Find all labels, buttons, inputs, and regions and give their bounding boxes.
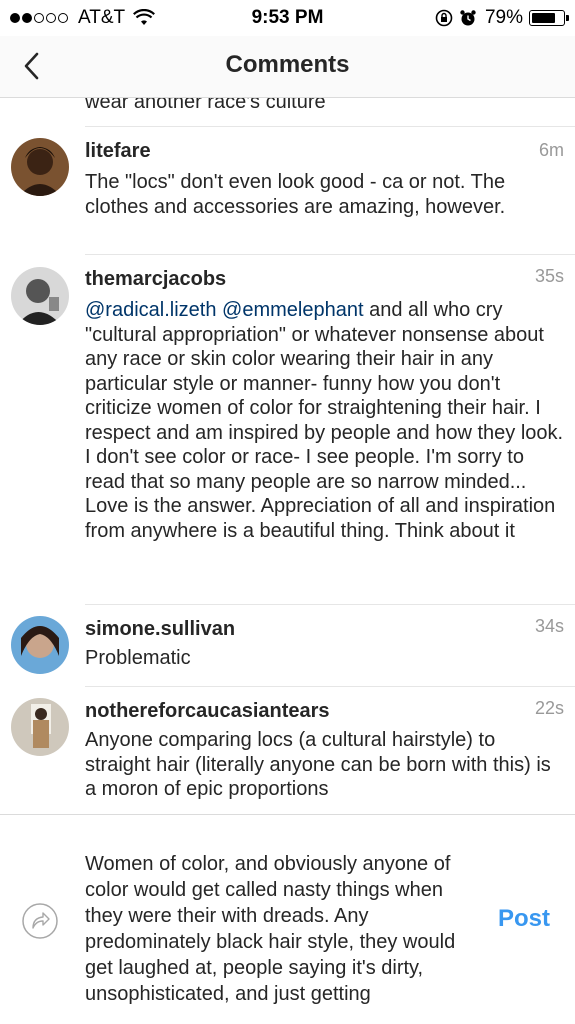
comment-text: Anyone comparing locs (a cultural hairst… (85, 729, 551, 800)
avatar-image (11, 698, 69, 756)
comments-list[interactable]: wear another race's culture litefare 6m … (0, 98, 575, 814)
avatar[interactable] (11, 138, 69, 196)
status-bar: AT&T 9:53 PM 79% (0, 0, 575, 36)
comment-username[interactable]: litefare (85, 140, 151, 163)
comment-time: 35s (534, 266, 564, 286)
comment-username[interactable]: themarcjacobs (85, 268, 226, 291)
comment-item: nothereforcaucasiantears 22s Anyone comp… (0, 686, 575, 814)
mention-link[interactable]: @radical.lizeth (85, 299, 216, 321)
truncated-comment-text: wear another race's culture (85, 98, 326, 113)
comment-username[interactable]: simone.sullivan (85, 618, 235, 641)
comment-item: themarcjacobs 35s @radical.lizeth @emmel… (0, 254, 575, 604)
avatar[interactable] (11, 267, 69, 325)
comment-composer: Women of color, and obviously anyone of … (0, 814, 575, 1024)
share-icon[interactable] (21, 902, 59, 940)
battery-fill (532, 13, 555, 23)
nav-bar: Comments (0, 36, 575, 98)
battery-percent: 79% (484, 7, 523, 28)
avatar-image (11, 616, 69, 674)
comment-username[interactable]: nothereforcaucasiantears (85, 700, 330, 723)
avatar[interactable] (11, 616, 69, 674)
post-button[interactable]: Post (498, 905, 550, 933)
battery-icon (529, 10, 569, 26)
avatar[interactable] (11, 698, 69, 756)
alarm-icon (460, 10, 476, 26)
comment-item: simone.sullivan 34s Problematic (0, 604, 575, 686)
page-title: Comments (225, 51, 350, 78)
comment-text-body: and all who cry "cultural appropriation"… (85, 299, 564, 542)
avatar-image (11, 267, 69, 325)
avatar-image (11, 138, 69, 196)
comment-text: The "locs" don't even look good - ca or … (85, 171, 506, 218)
mention-link[interactable]: @emmelephant (222, 299, 363, 321)
orientation-lock-icon (435, 9, 453, 27)
comment-text: @radical.lizeth @emmelephant and all who… (85, 298, 565, 543)
status-right: 79% (429, 7, 569, 29)
comment-text: Problematic (85, 647, 191, 669)
comment-time: 6m (538, 140, 564, 160)
comment-time: 34s (534, 616, 564, 636)
comment-time: 22s (534, 698, 564, 718)
comment-item: litefare 6m The "locs" don't even look g… (0, 126, 575, 254)
comment-input[interactable]: Women of color, and obviously anyone of … (85, 851, 480, 1007)
